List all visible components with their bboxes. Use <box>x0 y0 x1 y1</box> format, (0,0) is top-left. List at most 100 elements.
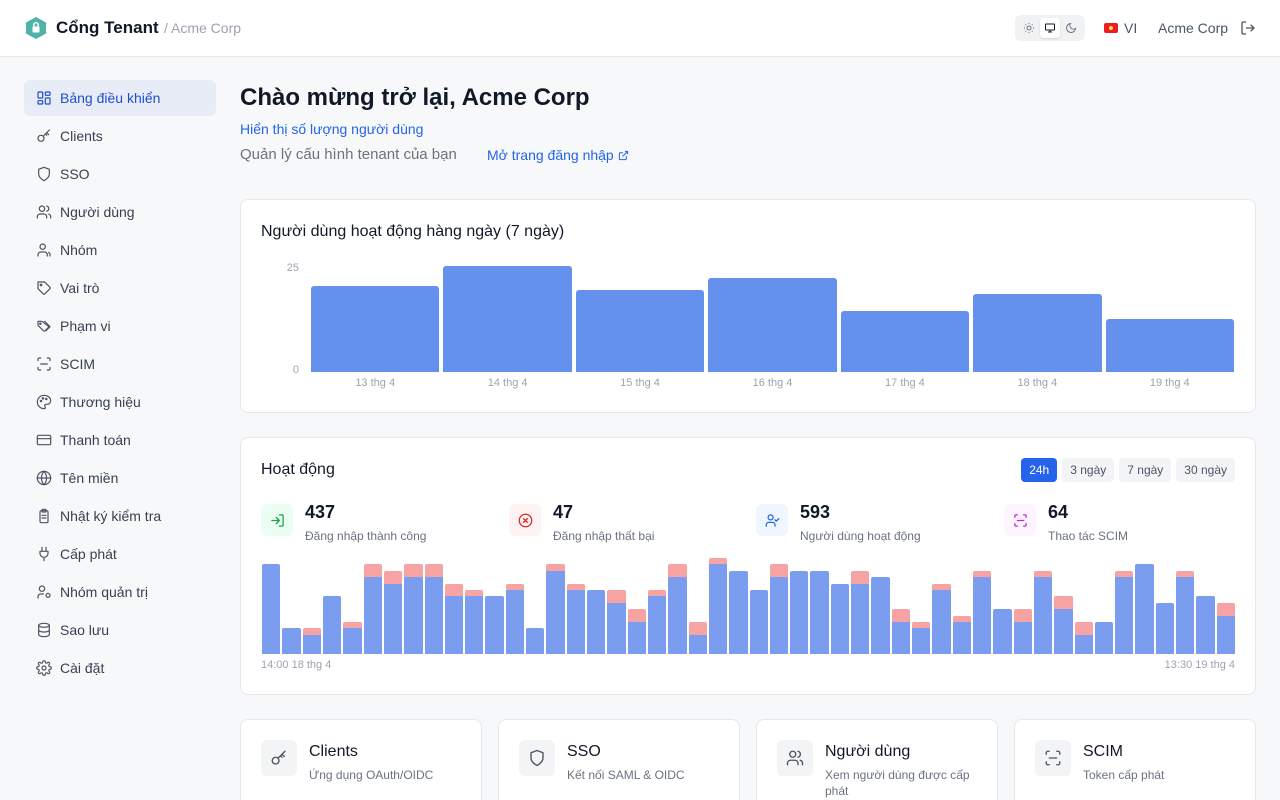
activity-bar-failure[interactable] <box>444 583 464 597</box>
activity-bar-success[interactable] <box>810 570 829 654</box>
sidebar-item-palette[interactable]: Thương hiệu <box>24 384 216 420</box>
activity-bar-success[interactable] <box>1033 577 1053 654</box>
activity-bar-failure[interactable] <box>1013 609 1032 622</box>
activity-bar-success[interactable] <box>708 564 728 654</box>
activity-bar-success[interactable] <box>769 577 789 654</box>
activity-bar-failure[interactable] <box>1054 596 1073 610</box>
activity-bar-success[interactable] <box>262 564 281 654</box>
show-users-link[interactable]: Hiển thị số lượng người dùng <box>240 121 423 137</box>
activity-bar-success[interactable] <box>1013 622 1032 654</box>
activity-bar-failure[interactable] <box>972 570 992 578</box>
activity-bar-success[interactable] <box>607 602 626 654</box>
activity-bar-success[interactable] <box>688 634 707 654</box>
sidebar-item-admin-users[interactable]: Nhóm quản trị <box>24 574 216 610</box>
quick-card-key[interactable]: Clients Ứng dụng OAuth/OIDC <box>240 719 482 800</box>
activity-bar-success[interactable] <box>526 628 545 654</box>
daily-bar[interactable] <box>443 265 572 372</box>
sidebar-item-plug[interactable]: Cấp phát <box>24 536 216 572</box>
daily-bar[interactable] <box>311 286 440 372</box>
activity-bar-success[interactable] <box>993 609 1012 654</box>
activity-bar-success[interactable] <box>1054 609 1073 654</box>
activity-bar-success[interactable] <box>485 596 504 654</box>
activity-bar-failure[interactable] <box>932 583 951 590</box>
activity-bar-success[interactable] <box>282 628 301 654</box>
sidebar-item-credit-card[interactable]: Thanh toán <box>24 422 216 458</box>
activity-bar-success[interactable] <box>505 590 525 654</box>
activity-bar-failure[interactable] <box>668 564 687 578</box>
quick-card-scan[interactable]: SCIM Token cấp phát <box>1014 719 1256 800</box>
light-theme-button[interactable] <box>1019 18 1039 38</box>
activity-bar-failure[interactable] <box>424 564 443 578</box>
sidebar-item-scan[interactable]: SCIM <box>24 346 216 382</box>
activity-bar-success[interactable] <box>932 590 951 654</box>
activity-bar-success[interactable] <box>891 622 910 654</box>
activity-bar-success[interactable] <box>790 570 809 654</box>
activity-bar-success[interactable] <box>668 577 687 654</box>
activity-bar-failure[interactable] <box>688 622 707 635</box>
activity-bar-success[interactable] <box>830 583 850 654</box>
activity-bar-failure[interactable] <box>566 583 585 590</box>
quick-card-users[interactable]: Người dùng Xem người dùng được cấp phát <box>756 719 998 800</box>
activity-bar-success[interactable] <box>952 622 971 654</box>
daily-bar[interactable] <box>973 294 1102 372</box>
activity-bar-failure[interactable] <box>708 557 728 565</box>
logout-icon[interactable] <box>1240 20 1256 36</box>
sidebar-item-dashboard[interactable]: Bảng điều khiển <box>24 80 216 116</box>
activity-bar-success[interactable] <box>1074 634 1093 654</box>
sidebar-item-group[interactable]: Nhóm <box>24 232 216 268</box>
activity-bar-success[interactable] <box>851 583 870 654</box>
activity-bar-failure[interactable] <box>1033 570 1053 578</box>
daily-bar[interactable] <box>840 310 970 372</box>
activity-bar-failure[interactable] <box>912 622 931 629</box>
activity-bar-failure[interactable] <box>647 590 667 597</box>
activity-bar-success[interactable] <box>647 596 667 654</box>
activity-bar-success[interactable] <box>404 577 423 654</box>
activity-bar-failure[interactable] <box>505 583 525 590</box>
activity-bar-failure[interactable] <box>607 590 626 603</box>
range-button[interactable]: 7 ngày <box>1119 458 1172 482</box>
activity-bar-success[interactable] <box>465 596 484 654</box>
app-title[interactable]: Cổng Tenant <box>56 18 159 38</box>
activity-bar-failure[interactable] <box>769 564 789 578</box>
activity-bar-failure[interactable] <box>404 564 423 578</box>
daily-bar[interactable] <box>708 278 837 372</box>
activity-bar-success[interactable] <box>1155 602 1175 654</box>
sidebar-item-users[interactable]: Người dùng <box>24 194 216 230</box>
activity-bar-success[interactable] <box>343 628 362 654</box>
activity-bar-success[interactable] <box>1115 577 1134 654</box>
activity-bar-success[interactable] <box>302 634 321 654</box>
dark-theme-button[interactable] <box>1061 18 1081 38</box>
activity-bar-failure[interactable] <box>952 615 971 622</box>
sidebar-item-tag[interactable]: Vai trò <box>24 270 216 306</box>
activity-bar-success[interactable] <box>912 628 931 654</box>
activity-bar-success[interactable] <box>627 622 646 654</box>
activity-bar-success[interactable] <box>1196 596 1215 654</box>
activity-bar-success[interactable] <box>972 577 992 654</box>
activity-bar-failure[interactable] <box>1176 570 1195 578</box>
activity-bar-success[interactable] <box>1216 615 1235 654</box>
sidebar-item-globe[interactable]: Tên miền <box>24 460 216 496</box>
sidebar-item-shield[interactable]: SSO <box>24 156 216 192</box>
activity-bar-success[interactable] <box>566 590 585 654</box>
activity-bar-success[interactable] <box>729 570 748 654</box>
activity-bar-success[interactable] <box>424 577 443 654</box>
tenant-logo-icon[interactable] <box>25 16 47 40</box>
activity-bar-failure[interactable] <box>627 609 646 622</box>
sidebar-item-gear[interactable]: Cài đặt <box>24 650 216 686</box>
activity-bar-success[interactable] <box>749 590 768 654</box>
language-switcher[interactable]: VI <box>1104 20 1137 36</box>
range-button[interactable]: 30 ngày <box>1176 458 1235 482</box>
quick-card-shield[interactable]: SSO Kết nối SAML & OIDC <box>498 719 740 800</box>
range-button[interactable]: 24h <box>1021 458 1058 482</box>
activity-bar-success[interactable] <box>383 583 403 654</box>
sidebar-item-tags[interactable]: Phạm vi <box>24 308 216 344</box>
range-button[interactable]: 3 ngày <box>1062 458 1115 482</box>
org-name[interactable]: Acme Corp <box>1158 20 1228 36</box>
activity-bar-success[interactable] <box>322 596 342 654</box>
activity-bar-success[interactable] <box>587 590 606 654</box>
daily-bar[interactable] <box>1105 318 1234 372</box>
activity-bar-failure[interactable] <box>302 628 321 635</box>
activity-bar-failure[interactable] <box>1216 602 1235 616</box>
activity-bar-success[interactable] <box>546 570 565 654</box>
activity-bar-failure[interactable] <box>343 622 362 629</box>
